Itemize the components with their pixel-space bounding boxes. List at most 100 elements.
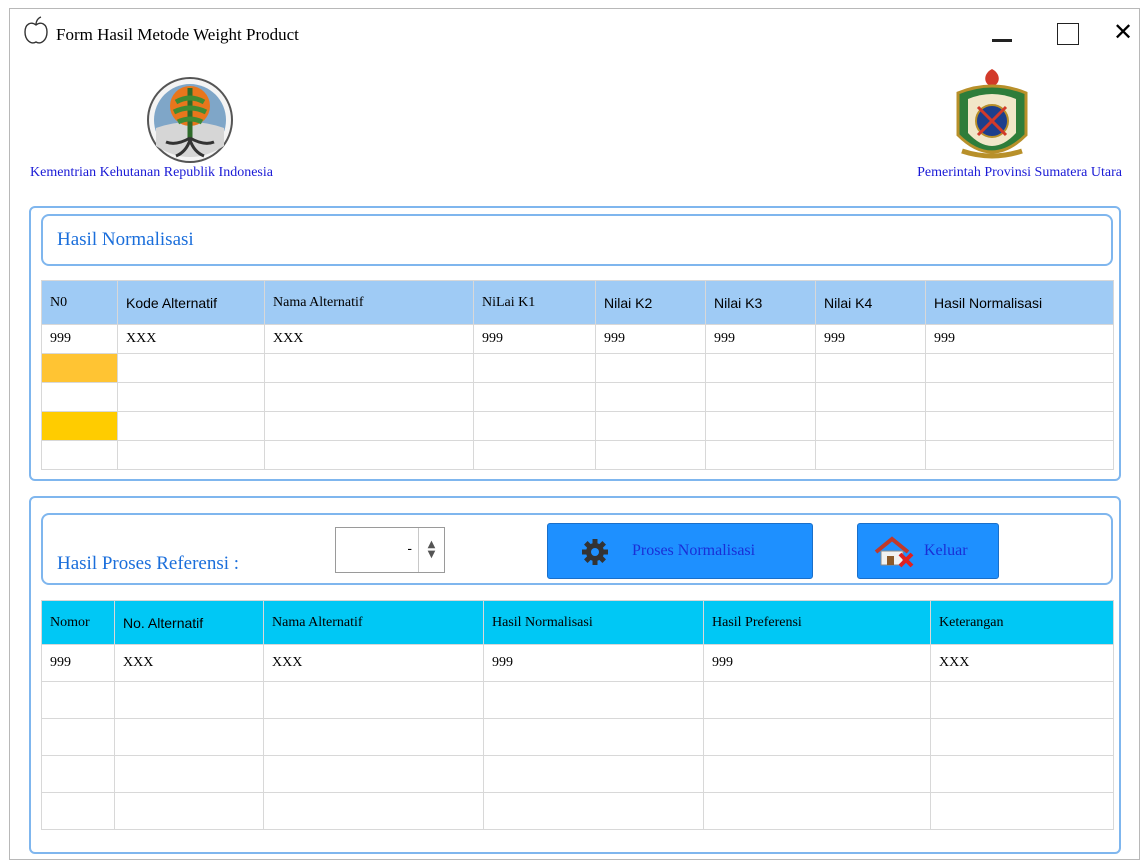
column-header-nilai-k4[interactable]: Nilai K4 bbox=[815, 280, 926, 325]
table-cell[interactable] bbox=[930, 792, 1114, 830]
preferensi-table[interactable]: Nomor No. Alternatif Nama Alternatif Has… bbox=[41, 600, 1114, 830]
table-cell[interactable] bbox=[925, 411, 1114, 441]
table-cell[interactable] bbox=[815, 353, 926, 383]
column-header-nomor[interactable]: Nomor bbox=[41, 600, 115, 645]
table-cell[interactable] bbox=[41, 792, 115, 830]
column-header-keterangan[interactable]: Keterangan bbox=[930, 600, 1114, 645]
table-cell[interactable] bbox=[41, 382, 118, 412]
column-header-n0[interactable]: N0 bbox=[41, 280, 118, 325]
table-row[interactable] bbox=[41, 353, 1114, 383]
table-cell[interactable] bbox=[925, 440, 1114, 470]
proses-normalisasi-button[interactable]: Proses Normalisasi bbox=[547, 523, 813, 579]
title-bar[interactable]: Form Hasil Metode Weight Product ✕ bbox=[10, 9, 1139, 54]
table-cell[interactable] bbox=[483, 792, 704, 830]
table-cell[interactable] bbox=[473, 382, 596, 412]
table-cell[interactable]: 999 bbox=[483, 644, 704, 682]
table-cell[interactable]: 999 bbox=[705, 324, 816, 354]
column-header-hasil-normalisasi[interactable]: Hasil Normalisasi bbox=[925, 280, 1114, 325]
column-header-nilai-k3[interactable]: Nilai K3 bbox=[705, 280, 816, 325]
column-header-hasil-normalisasi[interactable]: Hasil Normalisasi bbox=[483, 600, 704, 645]
table-cell[interactable] bbox=[930, 718, 1114, 756]
column-header-nama-alternatif[interactable]: Nama Alternatif bbox=[264, 280, 474, 325]
table-cell[interactable] bbox=[117, 440, 265, 470]
table-row[interactable] bbox=[41, 718, 1114, 756]
table-cell[interactable]: XXX bbox=[117, 324, 265, 354]
keluar-button[interactable]: Keluar bbox=[857, 523, 999, 579]
table-cell[interactable] bbox=[595, 353, 706, 383]
table-row[interactable] bbox=[41, 792, 1114, 830]
table-cell[interactable]: XXX bbox=[930, 644, 1114, 682]
table-cell[interactable] bbox=[703, 718, 931, 756]
table-cell[interactable] bbox=[705, 411, 816, 441]
table-row[interactable]: 999 XXX XXX 999 999 XXX bbox=[41, 644, 1114, 682]
table-cell[interactable] bbox=[815, 382, 926, 412]
table-cell[interactable]: 999 bbox=[41, 644, 115, 682]
table-cell[interactable]: 999 bbox=[595, 324, 706, 354]
table-cell[interactable] bbox=[703, 792, 931, 830]
table-cell[interactable] bbox=[815, 440, 926, 470]
table-cell[interactable]: XXX bbox=[264, 324, 474, 354]
column-header-nilai-k1[interactable]: NiLai K1 bbox=[473, 280, 596, 325]
column-header-kode-alternatif[interactable]: Kode Alternatif bbox=[117, 280, 265, 325]
table-cell[interactable] bbox=[473, 353, 596, 383]
table-cell[interactable]: 999 bbox=[925, 324, 1114, 354]
table-cell[interactable] bbox=[473, 440, 596, 470]
table-row[interactable] bbox=[41, 382, 1114, 412]
normalisasi-table[interactable]: N0 Kode Alternatif Nama Alternatif NiLai… bbox=[41, 280, 1114, 470]
table-cell[interactable] bbox=[41, 681, 115, 719]
table-cell[interactable] bbox=[595, 440, 706, 470]
table-cell[interactable] bbox=[117, 382, 265, 412]
table-cell[interactable]: 999 bbox=[41, 324, 118, 354]
table-cell[interactable] bbox=[114, 681, 264, 719]
alternative-spinner[interactable]: - ▲ ▼ bbox=[335, 527, 445, 573]
close-icon[interactable]: ✕ bbox=[1108, 19, 1138, 45]
table-cell[interactable]: 999 bbox=[473, 324, 596, 354]
table-cell[interactable] bbox=[117, 353, 265, 383]
table-row[interactable] bbox=[41, 755, 1114, 793]
table-cell[interactable]: 999 bbox=[815, 324, 926, 354]
table-cell[interactable] bbox=[925, 382, 1114, 412]
table-cell[interactable] bbox=[41, 440, 118, 470]
table-cell[interactable] bbox=[263, 681, 484, 719]
table-row[interactable] bbox=[41, 681, 1114, 719]
table-cell[interactable] bbox=[41, 755, 115, 793]
table-cell[interactable] bbox=[264, 411, 474, 441]
table-cell[interactable] bbox=[41, 411, 118, 441]
table-cell[interactable] bbox=[705, 440, 816, 470]
column-header-no-alternatif[interactable]: No. Alternatif bbox=[114, 600, 264, 645]
table-cell[interactable]: XXX bbox=[263, 644, 484, 682]
table-cell[interactable] bbox=[815, 411, 926, 441]
table-cell[interactable] bbox=[264, 353, 474, 383]
table-cell[interactable] bbox=[41, 353, 118, 383]
table-cell[interactable] bbox=[483, 718, 704, 756]
table-row[interactable] bbox=[41, 411, 1114, 441]
table-cell[interactable] bbox=[41, 718, 115, 756]
table-cell[interactable] bbox=[703, 755, 931, 793]
table-cell[interactable]: XXX bbox=[114, 644, 264, 682]
spinner-arrows-icon[interactable]: ▲ ▼ bbox=[418, 528, 444, 572]
table-cell[interactable] bbox=[114, 792, 264, 830]
table-cell[interactable] bbox=[930, 755, 1114, 793]
maximize-icon[interactable] bbox=[1052, 19, 1082, 45]
table-cell[interactable] bbox=[114, 718, 264, 756]
table-cell[interactable] bbox=[930, 681, 1114, 719]
table-cell[interactable] bbox=[117, 411, 265, 441]
table-cell[interactable] bbox=[925, 353, 1114, 383]
table-cell[interactable] bbox=[703, 681, 931, 719]
table-cell[interactable] bbox=[264, 440, 474, 470]
table-cell[interactable] bbox=[114, 755, 264, 793]
table-cell[interactable] bbox=[473, 411, 596, 441]
table-cell[interactable] bbox=[483, 755, 704, 793]
minimize-icon[interactable] bbox=[987, 19, 1017, 45]
table-cell[interactable] bbox=[264, 382, 474, 412]
table-cell[interactable] bbox=[705, 382, 816, 412]
table-cell[interactable] bbox=[595, 382, 706, 412]
table-cell[interactable] bbox=[705, 353, 816, 383]
table-row[interactable] bbox=[41, 440, 1114, 470]
column-header-nama-alternatif[interactable]: Nama Alternatif bbox=[263, 600, 484, 645]
table-cell[interactable] bbox=[483, 681, 704, 719]
column-header-hasil-preferensi[interactable]: Hasil Preferensi bbox=[703, 600, 931, 645]
table-row[interactable]: 999 XXX XXX 999 999 999 999 999 bbox=[41, 324, 1114, 354]
table-cell[interactable] bbox=[595, 411, 706, 441]
table-cell[interactable] bbox=[263, 755, 484, 793]
